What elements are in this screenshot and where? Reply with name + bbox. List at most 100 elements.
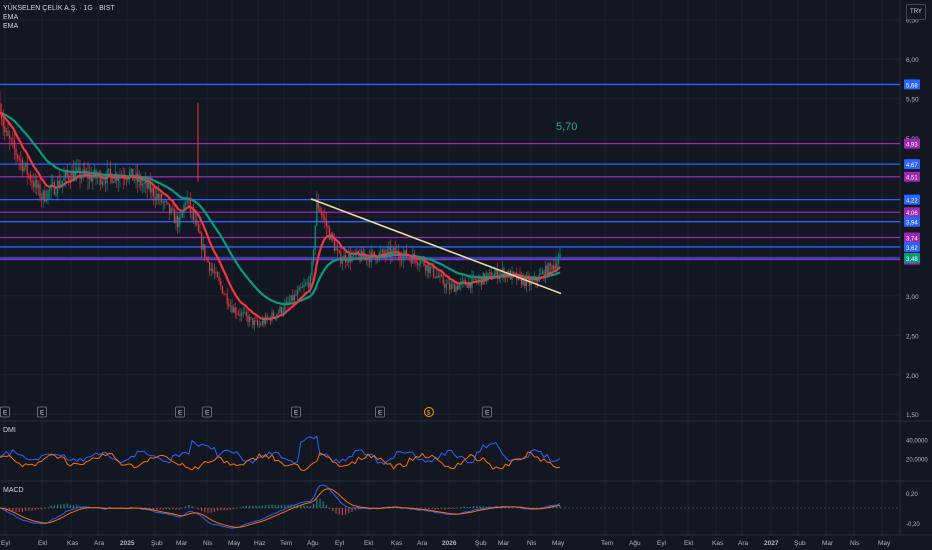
candle-body [492,277,494,280]
currency-button[interactable]: TRY [906,4,926,20]
candle-body [244,312,246,313]
candle-body [330,233,332,240]
price-axis[interactable]: 6,506,005,505,004,504,003,503,002,502,00… [904,18,920,419]
event-label: E [205,410,210,417]
time-tick-label: Ara [94,540,105,547]
candle-body [533,276,535,281]
earnings-marker[interactable]: E [291,406,301,418]
candle-body [130,168,132,174]
time-tick-label: Ağu [629,540,641,547]
candle-body [138,177,140,183]
macd-pane: 0,20 -0,20 [0,484,920,529]
earnings-marker[interactable]: E [482,406,492,418]
time-tick-label: Ekl [364,540,374,547]
time-tick-label: May [878,540,891,547]
candle-body [60,183,62,188]
candle-body [431,266,433,268]
candle-body [239,313,241,316]
level-label: 3,74 [906,236,918,242]
candle-body [68,175,70,180]
earnings-marker[interactable]: E [375,406,385,418]
candle-body [191,211,193,212]
candle-body [181,212,183,218]
candle-body [25,162,27,167]
candle-body [485,275,487,282]
candle-body [49,189,51,191]
candle-body [149,181,151,193]
candle-body [12,139,14,141]
candle-body [281,307,283,314]
horizontal-levels[interactable] [0,83,900,261]
price-tick-label: 2,50 [906,333,919,340]
earnings-marker[interactable]: E [202,406,212,418]
candle-body [114,173,116,182]
candle-body [28,174,30,176]
candle-body [273,312,275,317]
candle-body [354,252,356,255]
candle-body [521,275,523,285]
candle-body [513,271,515,274]
candle-body [81,176,83,179]
candle-body [452,284,454,285]
trendline[interactable] [310,198,562,295]
candle-body [146,180,148,189]
dmi-title[interactable]: DMI [3,427,16,434]
dividend-marker[interactable]: $ [424,407,434,417]
candle-body [89,174,91,180]
chart-canvas[interactable]: E E E E E E $ E 40,000020,0000 0,20-0,20 6,506,… [0,0,932,550]
candle-body [349,254,351,262]
candle-body [161,194,163,203]
candle-body [23,166,25,171]
candle-body [362,250,364,257]
event-markers[interactable]: E E E E E E $ E [0,406,492,418]
candle-body [437,275,439,278]
candle-body [282,311,284,314]
candle-body [420,259,422,264]
candle-body [140,177,142,186]
candle-body [215,272,217,274]
earnings-marker[interactable]: E [175,406,185,418]
candle-body [293,294,295,301]
candle-body [117,178,119,181]
candle-body [341,260,343,264]
candle-body [172,208,174,210]
time-tick-label: Mar [176,540,188,547]
candle-body [372,251,374,252]
candle-body [148,181,150,189]
candle-body [412,254,414,264]
candle-body [324,217,326,220]
candle-body [455,285,457,292]
time-tick-label: Haz [254,540,266,547]
time-axis[interactable]: Eyl Ekl Kas Ara 2025 Şub Mar Nis May Haz Tem Ağu Eyl… [1,540,891,547]
symbol-title[interactable]: YÜKSELEN ÇELİK A.Ş. · 1G · BIST [3,4,115,13]
candle-body [188,198,190,200]
candle-body [170,208,172,214]
ema-legend-1[interactable]: EMA [3,13,18,22]
candle-body [557,257,559,264]
macd-title[interactable]: MACD [3,487,24,494]
ema-legend-2[interactable]: EMA [3,22,18,31]
candle-body [169,203,171,214]
candle-body [253,320,255,326]
candle-body [397,250,399,257]
candle-body [34,180,36,188]
candle-body [97,177,99,179]
time-tick-label: Şub [475,540,487,547]
time-tick-label: 2026 [442,540,457,547]
candle-body [541,271,543,274]
candle-body [327,225,329,228]
candle-body [388,247,390,250]
candle-body [229,305,231,307]
candle-body [474,276,476,280]
candle-body [167,202,169,204]
candle-body [79,167,81,179]
candle-body [348,254,350,263]
candle-body [196,219,198,225]
time-tick-label: Eyl [657,540,667,547]
time-tick-label: Eyl [335,540,345,547]
candle-body [468,281,470,288]
candle-body [108,168,110,170]
earnings-marker[interactable]: E [0,406,10,418]
candle-body [55,193,57,195]
earnings-marker[interactable]: E [37,406,47,418]
